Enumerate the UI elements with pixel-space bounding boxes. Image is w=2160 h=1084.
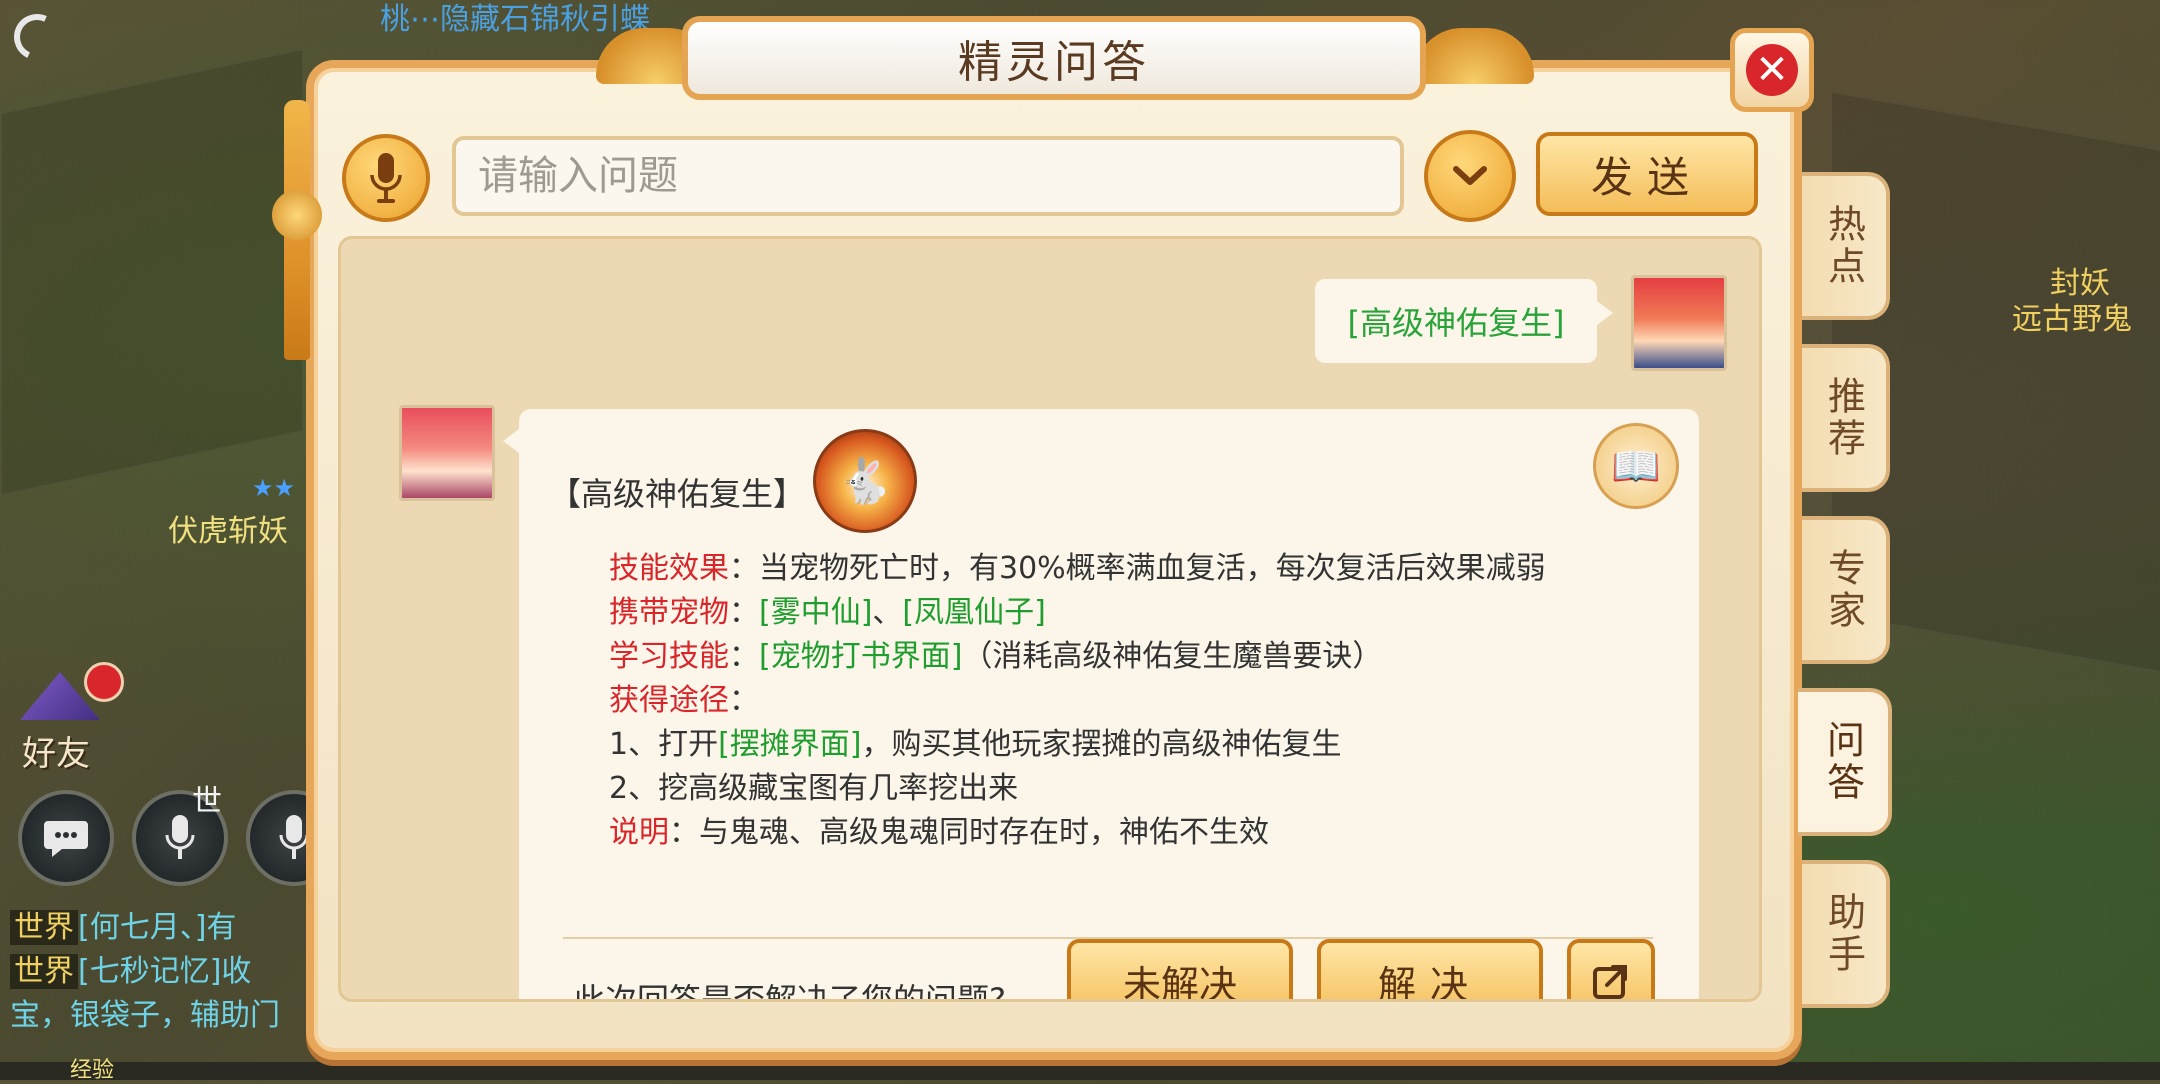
skill-rabbit-icon: 🐇 (813, 429, 917, 533)
book-icon: 📖 (1611, 443, 1661, 490)
learn-link[interactable]: [宠物打书界面] (759, 639, 962, 674)
tab-label: 问答 (1820, 720, 1865, 804)
chat-channel: 世界 (10, 954, 78, 989)
chat-line: 宝，银袋子，辅助门 (10, 994, 310, 1038)
exp-label: 经验 (70, 1058, 115, 1083)
tab-qa[interactable]: 问答 (1798, 688, 1892, 836)
dialog-title: 精灵问答 (682, 16, 1426, 100)
friends-label: 好友 (22, 734, 90, 774)
tab-label: 热点 (1821, 204, 1866, 288)
chat-line: 世界 [七秒记忆]收 (10, 950, 310, 994)
spirit-qa-dialog: 精灵问答 ✕ 发送 [高级神佑复生] 【高级神佑复生】 🐇 📖 (272, 16, 1892, 1060)
pet-label: 携带宠物 (609, 595, 729, 630)
tab-label: 专家 (1821, 548, 1866, 632)
chat-text: [何七月、]有 (78, 910, 237, 945)
note-text: ：与鬼魂、高级鬼魂同时存在时，神佑不生效 (669, 815, 1269, 850)
obtain-separator: ： (729, 683, 759, 718)
chat-text: 宝，银袋子，辅助门 (10, 998, 280, 1033)
obtain-row: 获得途径： (609, 679, 1546, 723)
learn-row: 学习技能：[宠物打书界面]（消耗高级神佑复生魔兽要诀） (609, 635, 1546, 679)
close-icon: ✕ (1746, 44, 1798, 96)
world-voice-label: 世 (192, 784, 222, 819)
spirit-avatar (399, 405, 495, 501)
chat-line: 世界 [何七月、]有 (10, 906, 310, 950)
skill-title: 【高级神佑复生】 (549, 475, 806, 513)
chat-channel: 世界 (10, 910, 78, 945)
skill-info: 技能效果：当宠物死亡时，有30%概率满血复活，每次复活后效果减弱 携带宠物：[雾… (609, 547, 1546, 855)
chat-log[interactable]: 世界 [何七月、]有 世界 [七秒记忆]收 宝，银袋子，辅助门 (10, 906, 310, 1038)
tab-hot[interactable]: 热点 (1802, 172, 1890, 320)
microphone-icon (370, 153, 402, 203)
conversation-area[interactable]: [高级神佑复生] 【高级神佑复生】 🐇 📖 技能效果：当宠物死亡时，有30%概率… (338, 236, 1762, 1002)
npc-name-left[interactable]: 伏虎斩妖 (168, 506, 288, 550)
learn-text: （消耗高级神佑复生魔兽要诀） (962, 639, 1383, 674)
tassel-ornament (272, 190, 322, 240)
obtain-label: 获得途径 (609, 683, 729, 718)
learn-label: 学习技能 (609, 639, 729, 674)
tab-label: 助手 (1821, 892, 1866, 976)
notification-dot (84, 662, 124, 702)
question-input-box[interactable] (452, 136, 1404, 216)
pet-and: 、 (872, 595, 903, 630)
note-row: 说明：与鬼魂、高级鬼魂同时存在时，神佑不生效 (609, 811, 1546, 855)
voice-input-button[interactable] (342, 134, 430, 222)
tab-label: 推荐 (1821, 376, 1866, 460)
chat-bubble-button[interactable] (18, 790, 114, 886)
back-icon[interactable] (7, 7, 67, 67)
scene-top-text: 桃⋯隐藏石锦秋引蝶 (380, 2, 650, 37)
exp-bar (0, 1062, 2160, 1080)
note-label: 说明 (609, 815, 669, 850)
answer-bubble: 【高级神佑复生】 🐇 📖 技能效果：当宠物死亡时，有30%概率满血复活，每次复活… (503, 409, 1699, 1002)
pet-separator: ： (729, 595, 759, 630)
tab-expert[interactable]: 专家 (1802, 516, 1890, 664)
obtain-way-2: 2、挖高级藏宝图有几率挖出来 (609, 771, 1019, 806)
pet-row: 携带宠物：[雾中仙]、[凤凰仙子] (609, 591, 1546, 635)
share-icon (1593, 965, 1627, 999)
way1-prefix: 1、打开 (609, 727, 719, 762)
effect-label: 技能效果 (609, 551, 729, 586)
effect-text: ：当宠物死亡时，有30%概率满血复活，每次复活后效果减弱 (729, 551, 1546, 586)
chat-bubble-icon (44, 821, 88, 857)
way1-text: ，购买其他玩家摆摊的高级神佑复生 (861, 727, 1342, 762)
stall-link[interactable]: [摆摊界面] (718, 727, 861, 762)
solved-button[interactable]: 解决 (1317, 939, 1543, 999)
share-button[interactable] (1567, 939, 1655, 999)
feedback-question: 此次回答是否解决了您的问题? (573, 981, 1006, 1002)
obtain-way-1: 1、打开[摆摊界面]，购买其他玩家摆摊的高级神佑复生 (609, 723, 1546, 767)
guide-book-button[interactable]: 📖 (1593, 423, 1679, 509)
learn-separator: ： (729, 639, 759, 674)
user-avatar (1631, 275, 1727, 371)
title-ornament-right (1414, 28, 1534, 84)
close-button[interactable]: ✕ (1730, 28, 1814, 112)
friends-button[interactable]: 好友 (10, 662, 124, 774)
chevron-down-icon (1453, 166, 1487, 185)
npc-stars: ★★ (252, 474, 296, 502)
history-dropdown-button[interactable] (1424, 130, 1516, 222)
question-input[interactable] (456, 140, 1400, 212)
npc-name-right[interactable]: 远古野鬼 (2012, 294, 2132, 338)
send-button[interactable]: 发送 (1536, 132, 1758, 216)
pet-link-2[interactable]: [凤凰仙子] (902, 595, 1045, 630)
pet-link-1[interactable]: [雾中仙] (759, 595, 872, 630)
effect-row: 技能效果：当宠物死亡时，有30%概率满血复活，每次复活后效果减弱 (609, 547, 1546, 591)
microphone-icon (165, 815, 195, 859)
unsolved-button[interactable]: 未解决 (1067, 939, 1293, 999)
chat-text: [七秒记忆]收 (78, 954, 252, 989)
user-question-bubble[interactable]: [高级神佑复生] (1315, 279, 1613, 363)
scene-terrain (0, 47, 304, 497)
tab-assistant[interactable]: 助手 (1802, 860, 1890, 1008)
tab-recommend[interactable]: 推荐 (1802, 344, 1890, 492)
